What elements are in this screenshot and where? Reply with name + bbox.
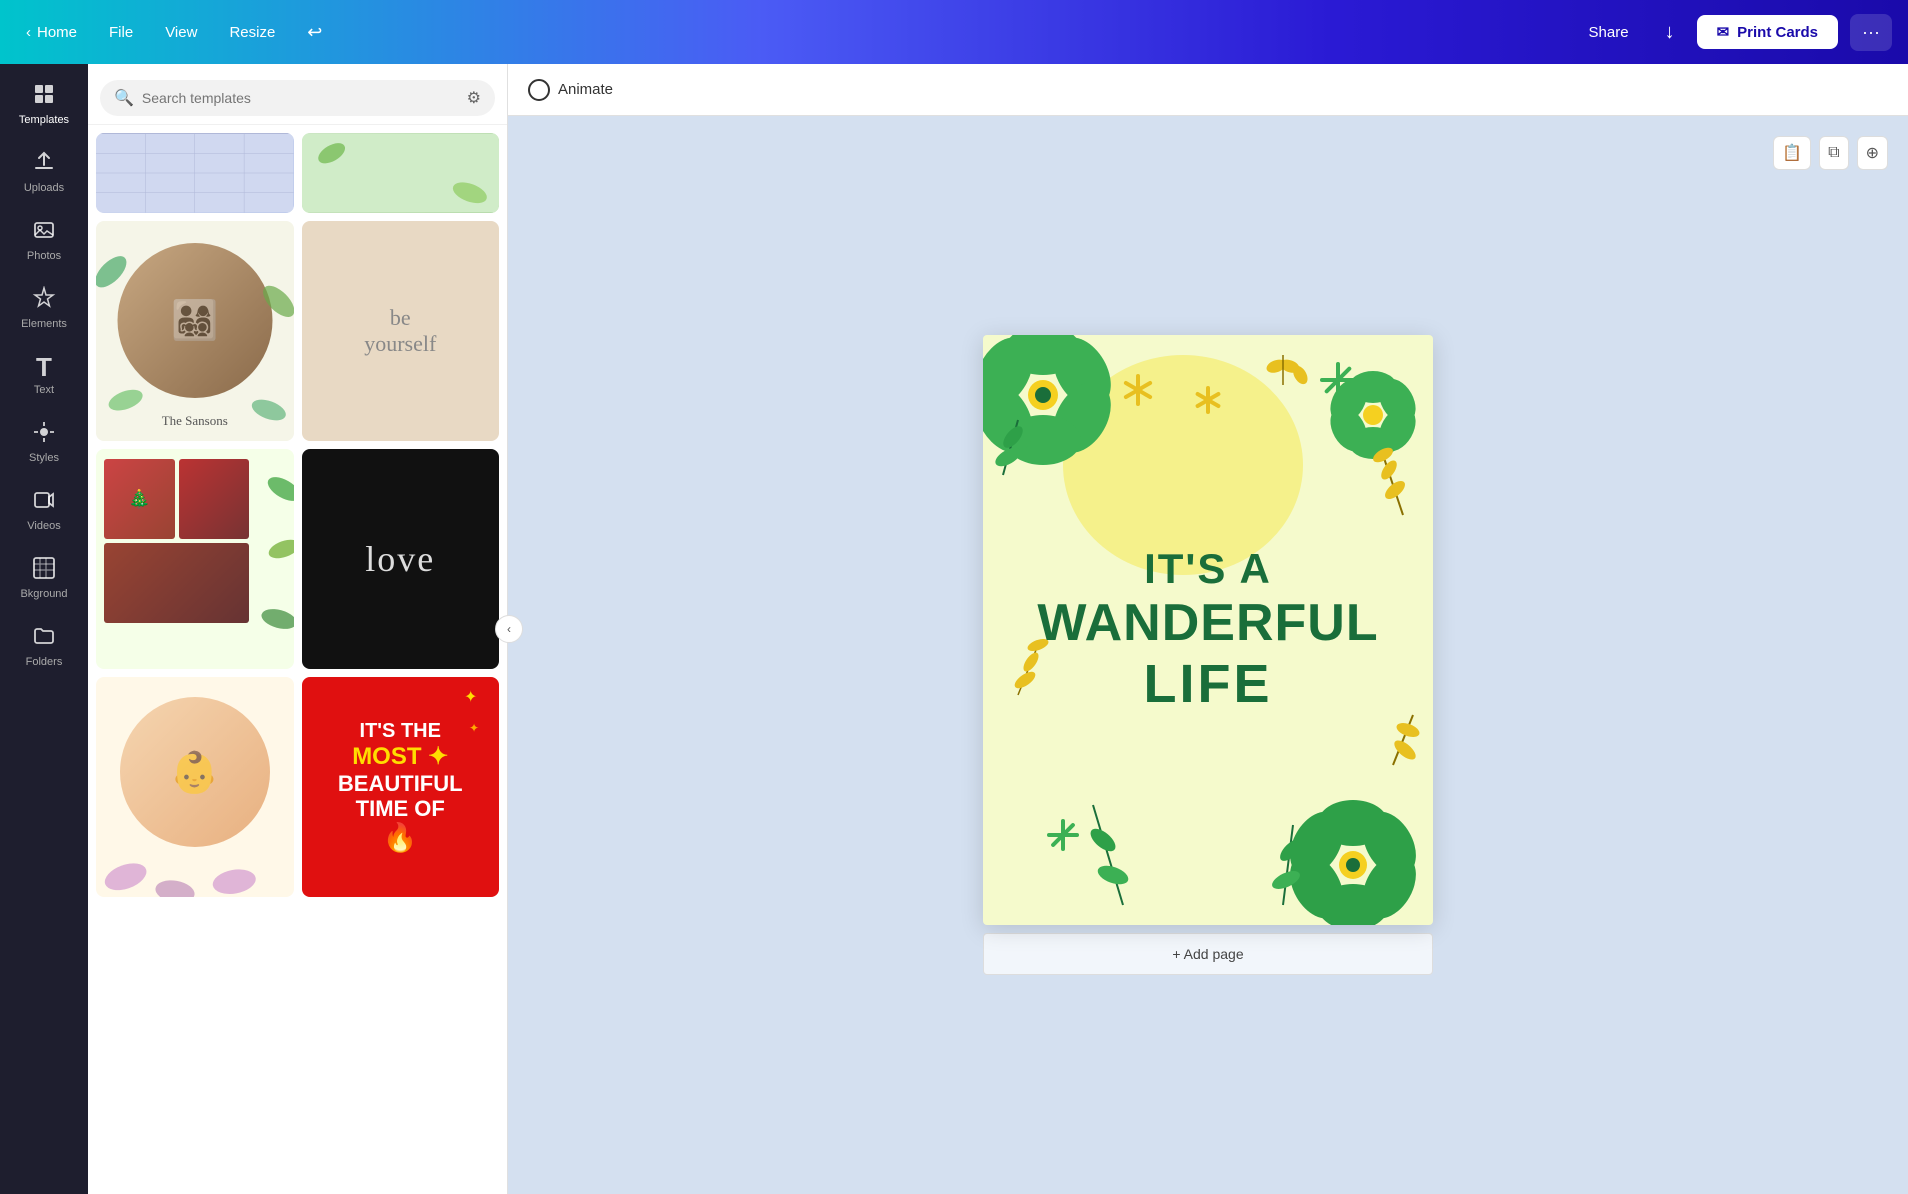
list-item[interactable]: 👶: [96, 677, 294, 897]
sidebar-item-label: Bkground: [20, 588, 67, 600]
filter-icon[interactable]: ⚙: [467, 88, 481, 108]
view-menu-button[interactable]: View: [155, 18, 207, 47]
templates-icon: [32, 82, 56, 110]
search-icon: 🔍: [114, 88, 134, 108]
card-line1: IT'S A: [1037, 545, 1378, 593]
sidebar-item-label: Text: [34, 384, 54, 396]
design-card[interactable]: IT'S A WANDERFUL LIFE: [983, 335, 1433, 925]
sidebar-item-videos[interactable]: Videos: [6, 478, 82, 542]
styles-icon: [32, 420, 56, 448]
text-icon: T: [36, 354, 52, 380]
list-item[interactable]: [302, 133, 500, 213]
undo-button[interactable]: ↩: [297, 16, 332, 49]
print-cards-label: Print Cards: [1737, 24, 1818, 41]
back-arrow-icon: ‹: [26, 24, 31, 41]
sidebar-item-text[interactable]: T Text: [6, 344, 82, 406]
print-cards-button[interactable]: ✉ Print Cards: [1697, 15, 1838, 49]
notes-icon: 📋: [1782, 145, 1802, 162]
main-layout: Templates Uploads Photos: [0, 64, 1908, 1194]
sidebar-item-label: Styles: [29, 452, 59, 464]
list-item[interactable]: IT'S THE MOST ✦ BEAUTIFUL TIME OF 🔥 ✦ ✦: [302, 677, 500, 897]
sidebar-item-styles[interactable]: Styles: [6, 410, 82, 474]
svg-text:✦: ✦: [469, 721, 479, 735]
list-item[interactable]: love: [302, 449, 500, 669]
sidebar-item-background[interactable]: Bkground: [6, 546, 82, 610]
resize-label: Resize: [229, 24, 275, 41]
add-page-label: + Add page: [1172, 946, 1243, 962]
svg-text:✦: ✦: [464, 689, 477, 706]
photos-icon: [32, 218, 56, 246]
home-button[interactable]: ‹ Home: [16, 18, 87, 47]
folders-icon: [32, 624, 56, 652]
duplicate-button[interactable]: ⧉: [1819, 136, 1848, 170]
templates-grid: 👨‍👩‍👧‍👦 The Sansons beyourself 🎄: [88, 125, 507, 1194]
share-label: Share: [1589, 24, 1629, 41]
add-page-icon: ⊕: [1866, 145, 1879, 162]
sidebar-item-label: Videos: [27, 520, 60, 532]
sidebar-item-elements[interactable]: Elements: [6, 276, 82, 340]
animate-icon: [528, 79, 550, 101]
home-label: Home: [37, 24, 77, 41]
card-line2: WANDERFUL: [1037, 593, 1378, 653]
undo-icon: ↩: [307, 22, 322, 43]
more-dots-icon: ···: [1862, 22, 1880, 42]
list-item[interactable]: 👨‍👩‍👧‍👦 The Sansons: [96, 221, 294, 441]
elements-icon: [32, 286, 56, 314]
download-button[interactable]: ↓: [1655, 15, 1685, 50]
template-text-label: IT'S THE: [338, 720, 463, 743]
sidebar-item-folders[interactable]: Folders: [6, 614, 82, 678]
template-subtitle-label: The Sansons: [96, 413, 294, 429]
file-menu-button[interactable]: File: [99, 18, 143, 47]
card-line3: LIFE: [1037, 653, 1378, 715]
uploads-icon: [32, 150, 56, 178]
template-text-label: TIME OF: [338, 796, 463, 821]
videos-icon: [32, 488, 56, 516]
more-options-button[interactable]: ···: [1850, 14, 1892, 51]
add-page-icon-button[interactable]: ⊕: [1857, 136, 1888, 170]
background-icon: [32, 556, 56, 584]
template-text-label: love: [365, 538, 435, 580]
template-text-label: 🔥: [338, 822, 463, 854]
sidebar-item-templates[interactable]: Templates: [6, 72, 82, 136]
sidebar-item-uploads[interactable]: Uploads: [6, 140, 82, 204]
sidebar-item-label: Elements: [21, 318, 67, 330]
template-text-label: beyourself: [364, 305, 436, 357]
download-icon: ↓: [1665, 21, 1675, 43]
list-item[interactable]: beyourself: [302, 221, 500, 441]
sidebar-icons: Templates Uploads Photos: [0, 64, 88, 1194]
canvas-area: Animate 📋 ⧉ ⊕: [508, 64, 1908, 1194]
canvas-workspace[interactable]: 📋 ⧉ ⊕: [508, 116, 1908, 1194]
template-text-label: BEAUTIFUL: [338, 771, 463, 796]
card-text: IT'S A WANDERFUL LIFE: [1037, 545, 1378, 715]
file-label: File: [109, 24, 133, 41]
templates-search-area: 🔍 ⚙: [88, 64, 507, 125]
sidebar-item-label: Templates: [19, 114, 69, 126]
template-text-label: MOST ✦: [338, 743, 463, 771]
notes-button[interactable]: 📋: [1773, 136, 1811, 170]
view-label: View: [165, 24, 197, 41]
list-item[interactable]: 🎄: [96, 449, 294, 669]
envelope-icon: ✉: [1717, 23, 1730, 41]
page-tools: 📋 ⧉ ⊕: [1773, 136, 1888, 170]
templates-panel: 🔍 ⚙: [88, 64, 508, 1194]
search-bar: 🔍 ⚙: [100, 80, 495, 116]
animate-bar: Animate: [508, 64, 1908, 116]
duplicate-icon: ⧉: [1828, 144, 1839, 161]
topbar: ‹ Home File View Resize ↩ Share ↓ ✉ Prin…: [0, 0, 1908, 64]
share-button[interactable]: Share: [1575, 18, 1643, 47]
sidebar-item-label: Folders: [26, 656, 63, 668]
sidebar-item-label: Photos: [27, 250, 61, 262]
animate-label[interactable]: Animate: [558, 81, 613, 98]
search-input[interactable]: [142, 90, 459, 106]
sidebar-item-photos[interactable]: Photos: [6, 208, 82, 272]
resize-menu-button[interactable]: Resize: [219, 18, 285, 47]
list-item[interactable]: [96, 133, 294, 213]
sidebar-item-label: Uploads: [24, 182, 64, 194]
add-page-button[interactable]: + Add page: [983, 933, 1433, 975]
hide-panel-button[interactable]: ‹: [495, 615, 523, 643]
